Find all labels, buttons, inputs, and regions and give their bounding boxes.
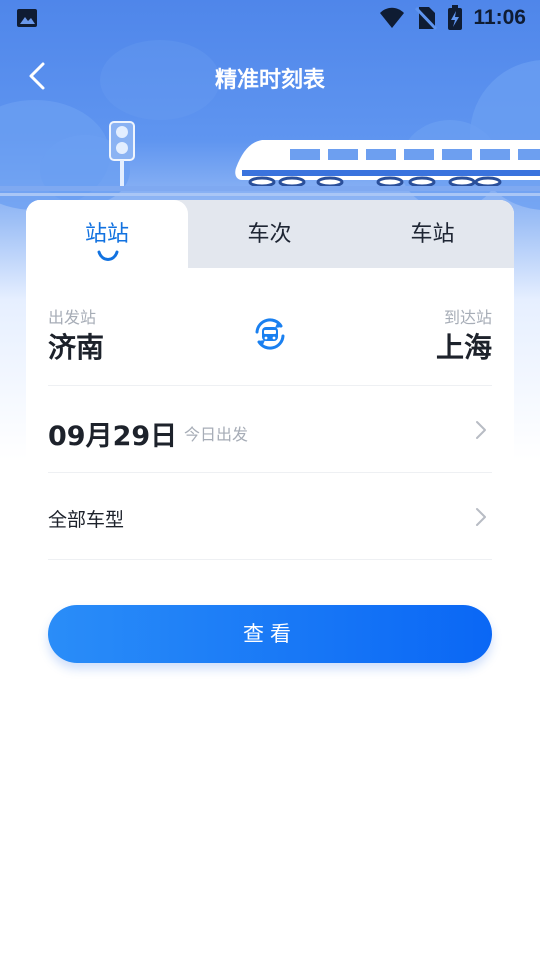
from-station[interactable]: 济南 [48,326,104,366]
active-tab-indicator [97,250,119,261]
page-title: 精准时刻表 [214,68,325,93]
date-selector[interactable]: 09月29日 今日出发 [48,386,492,473]
wifi-icon [380,7,405,28]
to-station[interactable]: 上海 [436,326,492,366]
no-sim-icon [415,6,438,31]
to-station-label: 到达站 [443,308,492,327]
tab-station[interactable]: 车站 [351,200,514,268]
tab-label: 站站 [84,222,129,247]
search-button[interactable]: 查看 [48,605,492,663]
tab-label: 车次 [247,222,292,247]
tab-train-number[interactable]: 车次 [188,200,351,268]
swap-train-icon[interactable] [252,316,288,352]
tab-bar: 站站 车次 车站 [26,200,514,268]
status-time: 11:06 [473,6,526,29]
query-card: 站站 车次 车站 出发站 济南 到达站 上海 09月29日 今日出发 全部车型 [26,200,514,560]
date-subtitle: 今日出发 [184,425,249,444]
image-icon [17,9,37,27]
chevron-right-icon [476,508,486,526]
tab-label: 车站 [410,222,455,247]
train-illustration [235,140,540,188]
from-station-label: 出发站 [48,308,97,327]
train-type-value: 全部车型 [48,509,125,531]
station-row: 出发站 济南 到达站 上海 [48,268,492,386]
train-type-selector[interactable]: 全部车型 [48,473,492,560]
traffic-light-icon [109,121,135,190]
chevron-right-icon [476,421,486,439]
battery-charging-icon [448,5,463,30]
departure-date: 09月29日 [48,421,178,452]
status-bar: 11:06 [0,0,540,38]
rail-track [0,186,540,196]
